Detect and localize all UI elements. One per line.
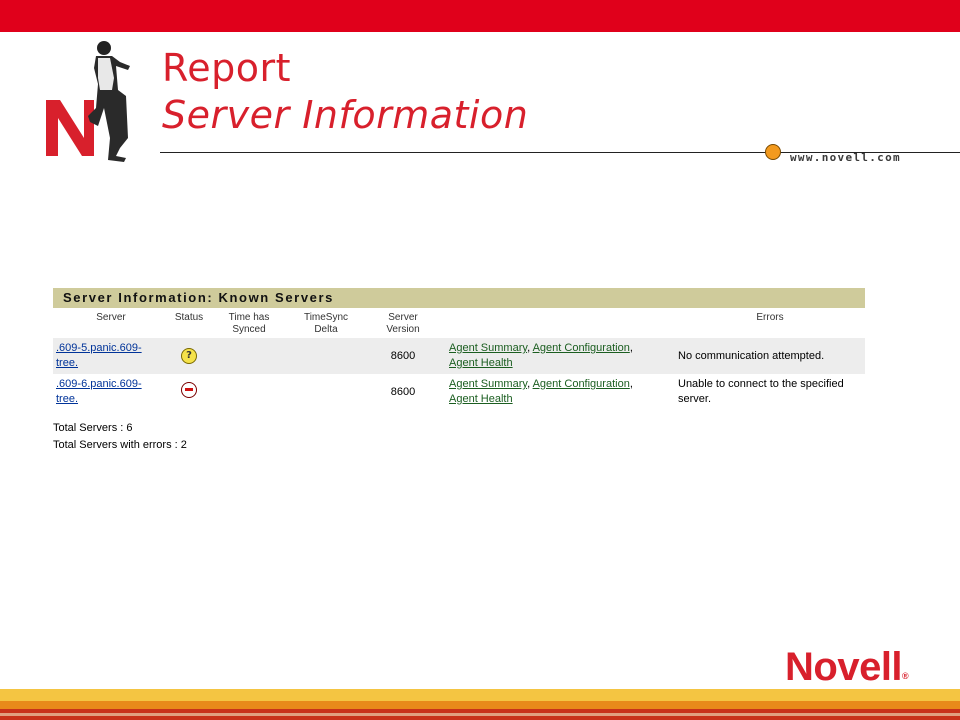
table-row: .609-6.panic.609- tree. 8600 Agent Summar… (53, 374, 865, 410)
novell-n-figure-logo (46, 41, 130, 162)
col-time-synced: Time has Synced (228, 312, 270, 335)
col-links (443, 308, 675, 338)
error-cell: No communication attempted. (678, 349, 825, 362)
table-row: .609-5.panic.609- tree. ? 8600 Agent Summ… (53, 338, 865, 374)
title-line-server-information: Server Information (162, 93, 529, 137)
agent-health-link[interactable]: Agent Health (449, 393, 513, 405)
server-link[interactable]: .609-5.panic.609- tree. (56, 342, 142, 369)
page-title: Report Server Information (162, 44, 528, 138)
version-cell: 8600 (390, 349, 416, 362)
footer-strip-orange (0, 701, 960, 709)
total-servers: Total Servers : 6 (53, 422, 133, 434)
col-status: Status (174, 312, 204, 323)
server-cell: .609-5.panic.609- tree. (53, 338, 169, 374)
totals-block: Total Servers : 6 Total Servers with err… (53, 420, 865, 454)
col-timesync-delta: TimeSync Delta (303, 312, 349, 335)
novell-wordmark-logo: Novell® (785, 645, 909, 690)
agent-summary-link[interactable]: Agent Summary (449, 378, 527, 390)
status-cell: ? (169, 338, 209, 374)
error-icon[interactable] (181, 381, 197, 398)
website-url: www.novell.com (790, 151, 901, 164)
total-servers-with-errors: Total Servers with errors : 2 (53, 439, 187, 451)
status-cell (169, 374, 209, 410)
time-synced-cell (209, 338, 289, 374)
agent-configuration-link[interactable]: Agent Configuration (533, 378, 630, 390)
agent-configuration-link[interactable]: Agent Configuration (533, 342, 630, 354)
links-cell: Agent Summary, Agent Configuration, Agen… (449, 378, 633, 405)
server-link[interactable]: .609-6.panic.609- tree. (56, 378, 142, 405)
trademark-mark: ® (902, 671, 909, 681)
version-cell: 8600 (390, 385, 416, 398)
time-synced-cell (209, 374, 289, 410)
top-brand-bar (0, 0, 960, 32)
timesync-delta-cell (289, 374, 363, 410)
brand-name: Novell (785, 645, 903, 689)
title-line-report: Report (162, 46, 291, 90)
section-header: Server Information: Known Servers (53, 288, 865, 308)
servers-table: Server Status Time has Synced TimeSync Del… (53, 308, 865, 410)
agent-summary-link[interactable]: Agent Summary (449, 342, 527, 354)
error-cell: Unable to connect to the specified serve… (678, 378, 844, 405)
col-server: Server (96, 312, 126, 323)
footer-strip-yellow (0, 689, 960, 701)
server-cell: .609-6.panic.609- tree. (53, 374, 169, 410)
question-icon[interactable]: ? (181, 348, 197, 364)
footer-strip-highlight (0, 713, 960, 716)
table-header-row: Server Status Time has Synced TimeSync Del… (53, 308, 865, 338)
agent-health-link[interactable]: Agent Health (449, 357, 513, 369)
orange-dot-icon (765, 144, 781, 160)
links-cell: Agent Summary, Agent Configuration, Agen… (449, 342, 633, 369)
col-errors: Errors (756, 312, 784, 323)
report-panel: Server Information: Known Servers Server… (53, 288, 865, 454)
timesync-delta-cell (289, 338, 363, 374)
col-server-version: Server Version (386, 312, 420, 335)
